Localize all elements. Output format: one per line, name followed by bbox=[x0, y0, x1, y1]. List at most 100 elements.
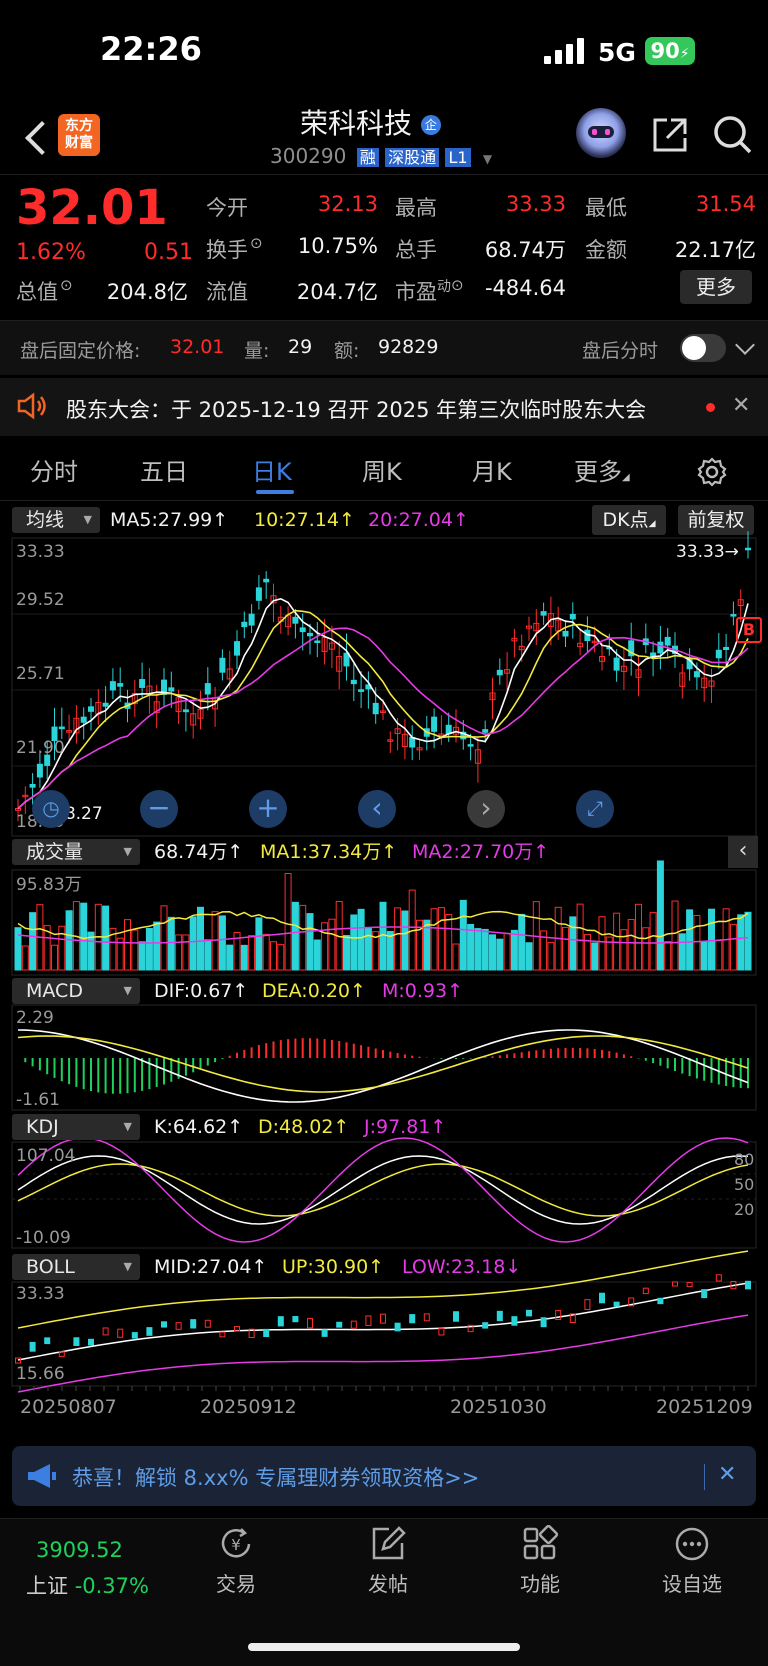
volume-bar bbox=[496, 938, 504, 971]
volume-bar bbox=[562, 926, 569, 971]
volume-bar bbox=[255, 917, 263, 971]
banner-divider bbox=[704, 1464, 705, 1490]
zoom-in-button[interactable]: + bbox=[249, 790, 287, 828]
boll-indicator-select[interactable]: BOLL ▼ bbox=[12, 1254, 140, 1280]
boll-up: UP:30.90↑ bbox=[282, 1256, 385, 1278]
volume-bar bbox=[29, 912, 37, 971]
grid-icon bbox=[523, 1524, 559, 1560]
buy-marker[interactable]: B bbox=[736, 617, 762, 643]
date-label-3: 20251030 bbox=[450, 1396, 547, 1418]
candle-down bbox=[307, 632, 313, 637]
candle-down bbox=[219, 657, 226, 673]
collapse-side-button[interactable]: ‹ bbox=[728, 836, 758, 868]
zoom-out-button[interactable]: − bbox=[140, 790, 178, 828]
boll-candle bbox=[613, 1301, 620, 1307]
scroll-right-button[interactable]: › bbox=[467, 790, 505, 828]
volume-bar bbox=[678, 933, 686, 971]
boll-y-bottom: 15.66 bbox=[16, 1364, 65, 1384]
boll-candle bbox=[482, 1322, 489, 1329]
candle-down bbox=[562, 630, 569, 637]
kdj-y-bottom: -10.09 bbox=[16, 1228, 71, 1248]
megaphone-icon bbox=[28, 1464, 56, 1488]
candle-down bbox=[241, 621, 248, 628]
boll-candle bbox=[686, 1282, 693, 1288]
boll-candle bbox=[526, 1309, 532, 1317]
candle-down bbox=[36, 763, 43, 778]
volume-bar bbox=[729, 923, 737, 971]
candle-down bbox=[314, 640, 321, 644]
nav-watchlist[interactable]: 设自选 bbox=[632, 1525, 752, 1597]
volume-bar bbox=[240, 944, 248, 971]
volume-max-label: 95.83万 bbox=[16, 875, 82, 895]
candle-down bbox=[343, 652, 350, 667]
boll-candle bbox=[146, 1327, 153, 1336]
volume-bar bbox=[80, 902, 88, 971]
boll-candle bbox=[540, 1317, 547, 1328]
candle-down bbox=[299, 627, 306, 633]
boll-candle bbox=[190, 1319, 197, 1329]
scroll-left-button[interactable]: ‹ bbox=[358, 790, 396, 828]
candle-down bbox=[255, 587, 262, 601]
candle-down bbox=[139, 679, 146, 688]
volume-bar bbox=[299, 904, 307, 971]
volume-bar bbox=[627, 919, 635, 971]
boll-candle bbox=[161, 1321, 167, 1328]
boll-low: LOW:23.18↓ bbox=[402, 1256, 522, 1278]
volume-bar bbox=[21, 945, 29, 971]
candle-down bbox=[350, 679, 357, 685]
candle-down bbox=[569, 613, 576, 620]
volume-bar bbox=[138, 941, 146, 971]
volume-bar bbox=[58, 925, 66, 971]
macd-dif: DIF:0.67↑ bbox=[154, 980, 249, 1002]
fullscreen-button[interactable]: ⤢ bbox=[576, 790, 614, 828]
boll-candle bbox=[365, 1315, 372, 1327]
banner-close-icon[interactable]: ✕ bbox=[718, 1462, 736, 1487]
volume-bar bbox=[744, 911, 752, 971]
boll-candle bbox=[131, 1332, 138, 1339]
y-label-2: 29.52 bbox=[16, 590, 65, 610]
candle-down bbox=[409, 736, 416, 748]
volume-indicator-select[interactable]: 成交量 ▼ bbox=[12, 839, 140, 865]
promo-text[interactable]: 恭喜！解锁 8.xx% 专属理财券领取资格>> bbox=[72, 1462, 479, 1492]
macd-indicator-select[interactable]: MACD ▼ bbox=[12, 978, 140, 1004]
boll-candle bbox=[307, 1317, 313, 1329]
volume-bar bbox=[430, 908, 438, 971]
volume-bar bbox=[51, 944, 58, 971]
boll-mid: MID:27.04↑ bbox=[154, 1256, 268, 1278]
candle-down bbox=[723, 646, 730, 650]
candle-down bbox=[715, 649, 722, 659]
macd-y-top: 2.29 bbox=[16, 1008, 54, 1028]
candle-down bbox=[445, 724, 452, 735]
volume-bar bbox=[153, 921, 161, 971]
kdj-k: K:64.62↑ bbox=[154, 1116, 244, 1138]
kdj-y-top: 107.04 bbox=[16, 1146, 76, 1166]
volume-bar bbox=[197, 906, 204, 971]
index-value[interactable]: 3909.52 bbox=[36, 1538, 123, 1562]
volume-bar bbox=[700, 941, 708, 971]
boll-candle bbox=[584, 1299, 591, 1311]
nav-post[interactable]: 发帖 bbox=[328, 1525, 448, 1597]
candle-down bbox=[496, 669, 503, 676]
volume-bar bbox=[284, 873, 292, 971]
date-label-2: 20250912 bbox=[200, 1396, 297, 1418]
volume-bar bbox=[598, 916, 606, 971]
kdj-j-line bbox=[17, 1137, 749, 1243]
candle-down bbox=[540, 611, 547, 616]
nav-functions[interactable]: 功能 bbox=[480, 1524, 600, 1597]
y-label-1: 33.33 bbox=[16, 542, 65, 562]
candle-down bbox=[431, 716, 438, 732]
boll-candle bbox=[453, 1311, 459, 1322]
boll-candle bbox=[642, 1287, 649, 1295]
volume-bar bbox=[591, 942, 599, 971]
volume-bar bbox=[642, 927, 650, 971]
boll-candle bbox=[29, 1341, 36, 1352]
kline-chart[interactable] bbox=[0, 0, 768, 1440]
index-quote[interactable]: 上证 -0.37% bbox=[26, 1570, 149, 1600]
chart-back-button[interactable]: ◷ bbox=[32, 790, 70, 828]
boll-candle bbox=[701, 1289, 708, 1299]
candle-down bbox=[88, 706, 94, 712]
volume-bar bbox=[14, 927, 22, 971]
volume-bar bbox=[124, 919, 131, 971]
kdj-indicator-select[interactable]: KDJ ▼ bbox=[12, 1114, 140, 1140]
nav-trade[interactable]: ¥ 交易 bbox=[176, 1525, 296, 1597]
